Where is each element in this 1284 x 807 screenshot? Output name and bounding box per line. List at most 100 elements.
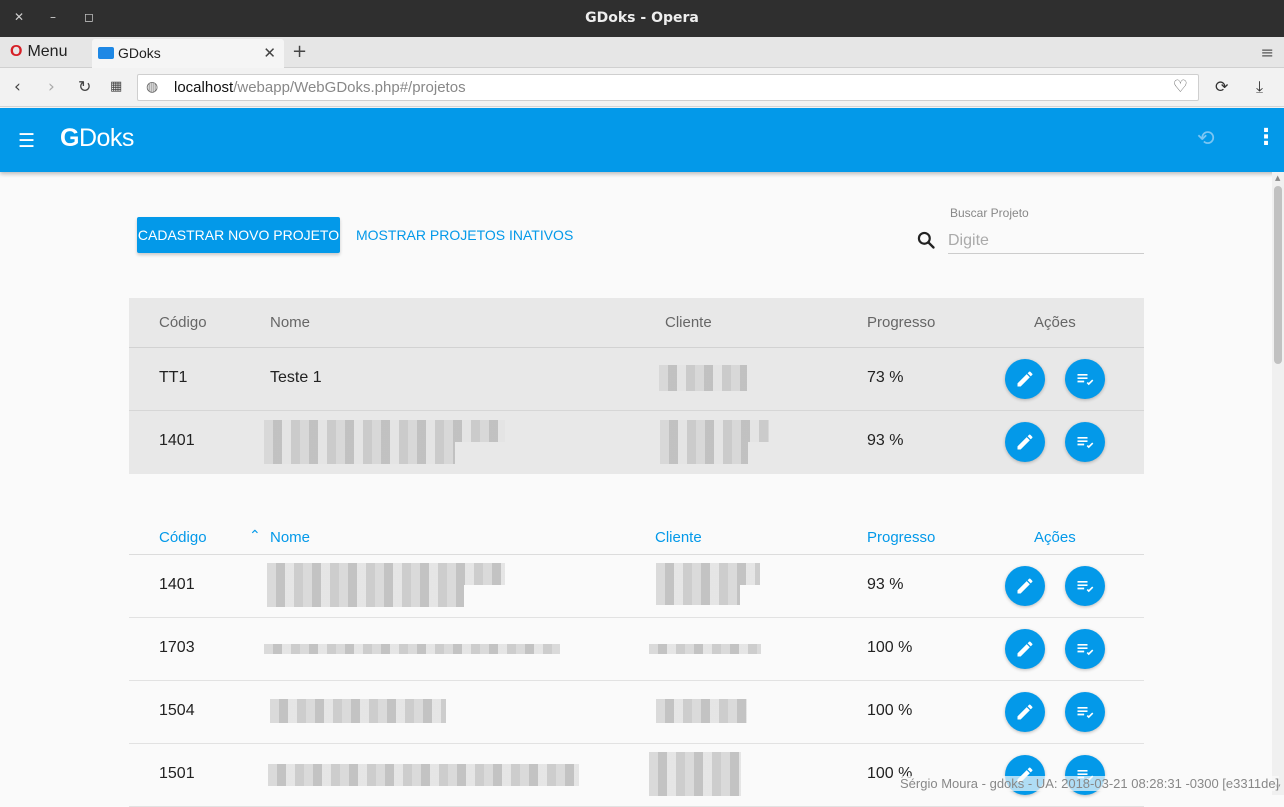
gdoks-logo: GDoks <box>60 124 134 153</box>
row-progress: 93 % <box>867 432 904 449</box>
edit-project-button[interactable] <box>1005 422 1045 462</box>
search-project-label: Buscar Projeto <box>950 206 1029 220</box>
redacted-client <box>656 585 740 605</box>
checklist-button[interactable] <box>1065 422 1105 462</box>
table-header: Código ⌃ Nome Cliente Progresso Ações <box>129 522 1144 555</box>
projects-page: CADASTRAR NOVO PROJETO MOSTRAR PROJETOS … <box>0 172 1272 807</box>
row-progress: 100 % <box>867 639 913 656</box>
pencil-icon <box>1017 641 1033 657</box>
reload-icon[interactable]: ↻ <box>78 77 91 96</box>
checklist-button[interactable] <box>1065 359 1105 399</box>
row-progress: 73 % <box>867 369 904 386</box>
column-progress-header[interactable]: Progresso <box>867 529 935 546</box>
edit-project-button[interactable] <box>1005 359 1045 399</box>
redacted-client <box>660 420 769 442</box>
pencil-icon <box>1017 578 1033 594</box>
page-scrollbar[interactable]: ▲ ▼ <box>1272 172 1284 795</box>
column-client-header: Cliente <box>665 314 712 331</box>
row-code: 1504 <box>159 702 195 719</box>
app-header: ☰ GDoks ⟲ ⋮ <box>0 108 1284 172</box>
redacted-client <box>659 365 747 391</box>
browser-tab-bar: O Menu GDoks ✕ + ≡ <box>0 37 1284 68</box>
column-client-header[interactable]: Cliente <box>655 529 702 546</box>
show-inactive-projects-button[interactable]: MOSTRAR PROJETOS INATIVOS <box>356 224 573 246</box>
checklist-button[interactable] <box>1065 629 1105 669</box>
window-title: GDoks - Opera <box>585 10 699 26</box>
logo-g: G <box>60 124 79 152</box>
search-icon <box>917 231 935 249</box>
more-vert-icon[interactable]: ⋮ <box>1255 125 1277 150</box>
history-icon[interactable]: ⟲ <box>1197 126 1215 150</box>
projects-table-selected: Código Nome Cliente Progresso Ações TT1 … <box>129 298 1144 474</box>
table-row[interactable]: 1504 100 % <box>129 681 1144 744</box>
playlist-check-icon <box>1077 374 1094 386</box>
table-header: Código Nome Cliente Progresso Ações <box>129 298 1144 348</box>
column-name-header[interactable]: Nome <box>270 529 310 546</box>
window-title-bar: ✕ – ◻ GDoks - Opera <box>0 0 1284 37</box>
redacted-name <box>267 585 464 607</box>
projects-table: Código ⌃ Nome Cliente Progresso Ações 14… <box>129 522 1144 807</box>
redacted-client <box>656 563 760 585</box>
tab-close-icon[interactable]: ✕ <box>263 44 276 62</box>
new-tab-icon[interactable]: + <box>292 41 307 62</box>
row-progress: 93 % <box>867 576 904 593</box>
table-row[interactable]: 1401 93 % <box>129 555 1144 618</box>
browser-tab-gdoks[interactable]: GDoks ✕ <box>92 39 284 68</box>
table-row[interactable]: 1401 93 % <box>129 411 1144 474</box>
redacted-name <box>267 563 505 585</box>
redacted-client <box>649 644 761 654</box>
checklist-button[interactable] <box>1065 566 1105 606</box>
column-actions-header: Ações <box>1034 314 1076 331</box>
redacted-client <box>656 699 747 723</box>
edit-project-button[interactable] <box>1005 566 1045 606</box>
new-project-button[interactable]: CADASTRAR NOVO PROJETO <box>137 217 340 253</box>
menu-list-icon[interactable]: ☰ <box>18 130 35 152</box>
table-row[interactable]: TT1 Teste 1 73 % <box>129 348 1144 411</box>
column-code-header[interactable]: Código <box>159 529 207 546</box>
speed-dial-icon[interactable]: ▦ <box>110 79 122 94</box>
row-code: 1703 <box>159 639 195 656</box>
checklist-button[interactable] <box>1065 692 1105 732</box>
globe-icon: ◍ <box>146 79 159 95</box>
opera-menu-button[interactable]: O Menu <box>10 43 67 61</box>
row-code: 1401 <box>159 432 195 449</box>
playlist-check-icon <box>1077 707 1094 719</box>
edit-project-button[interactable] <box>1005 692 1045 732</box>
playlist-check-icon <box>1077 437 1094 449</box>
pencil-icon <box>1017 434 1033 450</box>
playlist-check-icon <box>1077 581 1094 593</box>
redacted-client <box>649 774 741 796</box>
vpn-sync-icon[interactable]: ⟳ <box>1215 77 1228 96</box>
row-progress: 100 % <box>867 702 913 719</box>
row-name: Teste 1 <box>270 369 322 386</box>
back-icon[interactable]: ‹ <box>14 77 21 97</box>
forward-icon[interactable]: › <box>48 77 55 97</box>
row-code: TT1 <box>159 369 188 386</box>
download-icon[interactable]: ⤓ <box>1256 77 1263 97</box>
redacted-name <box>270 699 446 723</box>
column-name-header: Nome <box>270 314 311 331</box>
opera-menu-label: Menu <box>27 43 68 60</box>
user-status-footer: Sérgio Moura - gdoks - UA: 2018-03-21 08… <box>900 776 1280 791</box>
table-row[interactable]: 1703 100 % <box>129 618 1144 681</box>
browser-address-bar: ‹ › ↻ ▦ ◍ localhost/webapp/WebGDoks.php#… <box>0 68 1284 107</box>
url-text: localhost/webapp/WebGDoks.php#/projetos <box>174 79 466 96</box>
url-path: /webapp/WebGDoks.php#/projetos <box>233 79 466 96</box>
bookmark-heart-icon[interactable]: ♡ <box>1173 77 1188 97</box>
column-actions-header: Ações <box>1034 529 1076 546</box>
opera-logo-icon: O <box>10 43 23 60</box>
edit-project-button[interactable] <box>1005 629 1045 669</box>
scrollbar-thumb[interactable] <box>1274 186 1282 364</box>
tab-menu-icon[interactable]: ≡ <box>1261 43 1274 62</box>
column-code-header: Código <box>159 314 207 331</box>
redacted-name <box>264 420 505 442</box>
redacted-name <box>264 644 560 654</box>
scroll-up-icon[interactable]: ▲ <box>1275 174 1280 182</box>
row-code: 1401 <box>159 576 195 593</box>
redacted-name <box>264 442 455 464</box>
url-field[interactable]: ◍ localhost/webapp/WebGDoks.php#/projeto… <box>137 74 1199 101</box>
row-code: 1501 <box>159 765 195 782</box>
redacted-client <box>660 442 748 464</box>
pencil-icon <box>1017 704 1033 720</box>
search-project-input[interactable] <box>948 228 1144 254</box>
